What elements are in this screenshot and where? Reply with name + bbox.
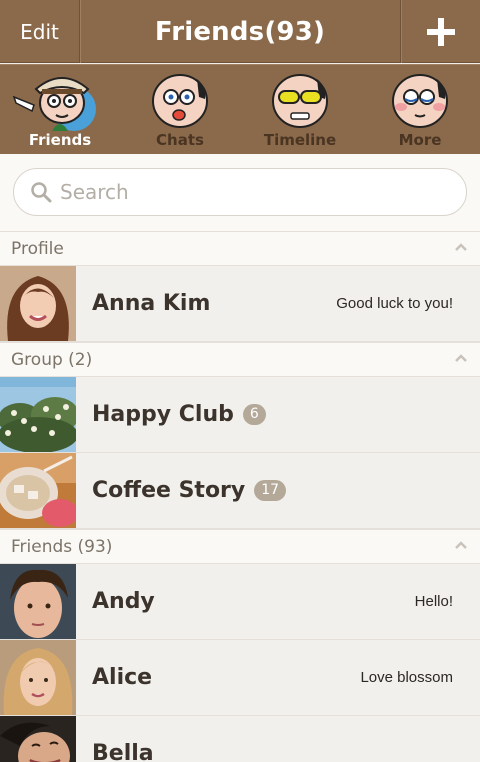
chevron-up-icon[interactable]: [454, 242, 468, 252]
top-bar: Edit Friends(93): [0, 0, 480, 63]
avatar: [0, 564, 76, 639]
list-item[interactable]: Alice Love blossom: [0, 640, 480, 716]
group-photo: [0, 377, 76, 452]
section-header-friends[interactable]: Friends (93): [0, 529, 480, 564]
search-icon: [31, 182, 52, 203]
timeline-character-icon: [272, 74, 328, 128]
section-title: Group (2): [11, 349, 93, 370]
status-message: Good luck to you!: [336, 295, 453, 312]
list-item[interactable]: Andy Hello!: [0, 564, 480, 640]
tab-label: Friends: [28, 131, 92, 149]
section-title: Profile: [11, 238, 64, 259]
search-input[interactable]: Search: [13, 168, 467, 216]
contact-name: Andy: [92, 589, 155, 614]
status-message: Love blossom: [360, 669, 453, 686]
status-message: Hello!: [414, 593, 453, 610]
tab-label: Chats: [156, 131, 204, 149]
avatar: [0, 266, 76, 341]
section-header-group[interactable]: Group (2): [0, 342, 480, 377]
section-title: Friends (93): [11, 536, 113, 557]
list-item[interactable]: Anna Kim Good luck to you!: [0, 266, 480, 342]
list-item[interactable]: Bella: [0, 716, 480, 762]
list-item[interactable]: Happy Club 6: [0, 377, 480, 453]
group-name-label: Happy Club: [92, 402, 234, 427]
group-name: Happy Club 6: [92, 377, 266, 452]
group-name-label: Coffee Story: [92, 478, 246, 503]
friends-character-icon: [12, 77, 96, 131]
group-name: Coffee Story 17: [92, 453, 287, 528]
contact-name: Bella: [92, 741, 154, 762]
search-area: Search: [0, 154, 480, 232]
add-friend-button[interactable]: [400, 0, 480, 63]
group-photo: [0, 453, 76, 528]
tab-label: More: [398, 131, 442, 149]
chevron-up-icon[interactable]: [454, 540, 468, 550]
member-count-badge: 17: [254, 480, 287, 501]
contact-name: Anna Kim: [92, 291, 211, 316]
avatar: [0, 640, 76, 715]
contact-name: Alice: [92, 665, 153, 690]
tab-timeline[interactable]: Timeline: [240, 65, 360, 154]
search-placeholder: Search: [60, 180, 129, 204]
tab-label: Timeline: [263, 131, 337, 149]
page-title: Friends(93): [154, 16, 326, 47]
list-item[interactable]: Coffee Story 17: [0, 453, 480, 529]
section-header-profile[interactable]: Profile: [0, 231, 480, 266]
edit-button[interactable]: Edit: [0, 0, 80, 63]
chats-character-icon: [152, 74, 208, 128]
tab-chats[interactable]: Chats: [120, 65, 240, 154]
more-character-icon: [392, 74, 448, 128]
avatar: [0, 716, 76, 762]
tab-more[interactable]: More: [360, 65, 480, 154]
plus-icon: [426, 17, 455, 46]
tab-friends[interactable]: Friends: [0, 65, 120, 154]
tab-bar: Friends Chats Timeline More: [0, 64, 480, 154]
chevron-up-icon[interactable]: [454, 353, 468, 363]
member-count-badge: 6: [242, 404, 266, 425]
